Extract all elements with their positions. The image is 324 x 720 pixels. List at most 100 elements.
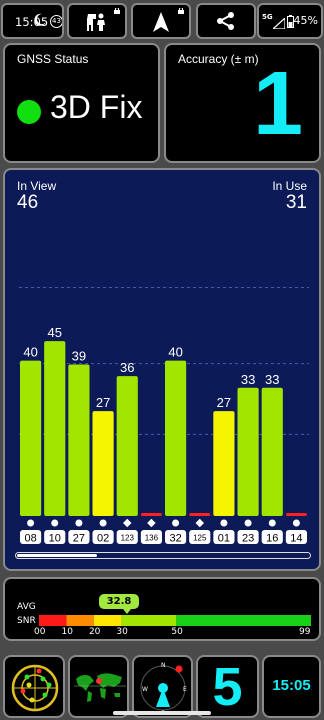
avg-label: AVG [17,602,36,612]
radar-icon [11,664,59,712]
constellation-circle-icon [99,519,107,527]
snr-tick-label: 10 [61,627,73,637]
constellation-diamond-icon [123,518,132,528]
clock-button[interactable]: 15:05 [262,655,321,718]
constellation-circle-icon [292,519,300,527]
prn-label: 14 [290,533,302,545]
snr-bar-10 [44,341,66,516]
constellation-diamond-icon [195,518,204,528]
snr-value-label: 45 [48,325,62,340]
signal-icon [271,14,286,33]
chart-scrollbar[interactable] [15,552,311,559]
status-clock-button[interactable]: 15:05 43 [1,3,64,39]
accuracy-value: 1 [252,54,303,154]
prn-label: 23 [242,533,254,545]
prn-label: 16 [266,533,278,545]
accuracy-label: Accuracy (± m) [178,52,259,66]
snr-bar-chart: 40 08 45 10 39 27 27 02 36 123 136 40 32 125 27 01 33 23 3… [19,287,309,545]
chart-scrollbar-thumb[interactable] [17,554,97,557]
snr-label: SNR [17,616,36,626]
constellation-circle-icon [172,519,180,527]
notification-count-badge: 43 [50,15,62,28]
snr-scale-segment [121,615,177,626]
radar-button[interactable] [3,655,65,718]
navigation-button[interactable] [131,3,191,39]
share-icon [198,11,254,36]
compass-north-label: N [161,662,166,669]
home-indicator[interactable] [113,711,211,715]
snr-value-label: 33 [241,372,255,387]
satellite-count-button[interactable]: 5 [196,655,259,718]
snr-tick-label: 20 [88,627,101,637]
status-indicators: 5G 45% [257,3,323,39]
prn-label: 10 [49,533,61,545]
snr-scale-segment [176,615,311,626]
snr-value-label: 39 [72,348,86,363]
snr-tick-label: 30 [116,627,128,637]
snr-bar-123 [116,376,138,516]
gnss-status-label: GNSS Status [17,52,89,66]
fix-indicator-icon [17,100,41,124]
constellation-circle-icon [268,519,276,527]
prn-label: 08 [24,533,36,545]
snr-tick-label: 99 [299,627,311,637]
gnss-status-panel[interactable]: GNSS Status 3D Fix [3,43,160,163]
snr-scale-segment [93,615,122,626]
snr-scale-segment [66,615,94,626]
satellite-count-value: 5 [212,657,243,717]
snr-scale-bar [39,615,311,626]
snr-tick-label: 00 [34,627,46,637]
prn-label: 01 [218,533,230,545]
map-button[interactable] [68,655,129,718]
compass-icon: N W E S [140,662,187,716]
snr-bar-01 [213,411,235,516]
constellation-circle-icon [220,519,228,527]
snr-bar-02 [92,411,114,516]
constellation-circle-icon [27,519,35,527]
compass-west-label: W [142,686,148,693]
compass-east-label: E [183,686,187,693]
prn-label: 136 [145,534,159,543]
prn-label: 123 [121,534,135,543]
snr-value-label: 27 [217,395,231,410]
sky-view-button[interactable] [67,3,127,39]
prn-label: 32 [169,533,181,545]
snr-bar-08 [20,360,42,516]
snr-bar-16 [261,387,283,516]
prn-label: 125 [193,534,207,543]
snr-value-label: 33 [265,372,279,387]
avg-snr-value: 32.8 [99,594,139,614]
clock-value: 15:05 [272,677,311,694]
share-button[interactable] [196,3,256,39]
prn-label: 27 [73,533,85,545]
snr-tick-label: 50 [171,627,183,637]
snr-bar-14 [285,513,307,516]
sky-view-icon [69,11,125,37]
snr-value-label: 36 [120,360,134,375]
network-type: 5G [262,13,273,21]
constellation-circle-icon [244,519,252,527]
snr-value-label: 27 [96,395,110,410]
snr-bar-27 [68,364,90,516]
world-map-icon [74,673,126,702]
constellation-circle-icon [51,519,59,527]
accuracy-panel[interactable]: Accuracy (± m) 1 [164,43,321,163]
navigation-arrow-icon [133,11,189,37]
lock-icon [114,8,120,14]
lock-icon [178,8,184,14]
snr-value-label: 40 [168,345,182,360]
prn-label: 02 [97,533,109,545]
moon-icon [33,13,47,31]
battery-percent: 45% [293,14,318,27]
snr-bar-136 [140,513,162,516]
fix-status-value: 3D Fix [50,89,143,125]
satellite-signal-chart[interactable]: In View 46 In Use 31 40 08 45 10 39 27 27 02 36 1… [3,168,321,571]
constellation-circle-icon [75,519,83,527]
constellation-diamond-icon [147,518,156,528]
snr-bar-32 [165,360,187,516]
compass-button[interactable]: N W E S [132,655,193,718]
snr-scale-segment [39,615,67,626]
average-snr-panel: AVG SNR 32.8 00 10 20 30 50 99 [3,577,321,641]
snr-value-label: 40 [23,345,37,360]
snr-bar-125 [189,513,211,516]
